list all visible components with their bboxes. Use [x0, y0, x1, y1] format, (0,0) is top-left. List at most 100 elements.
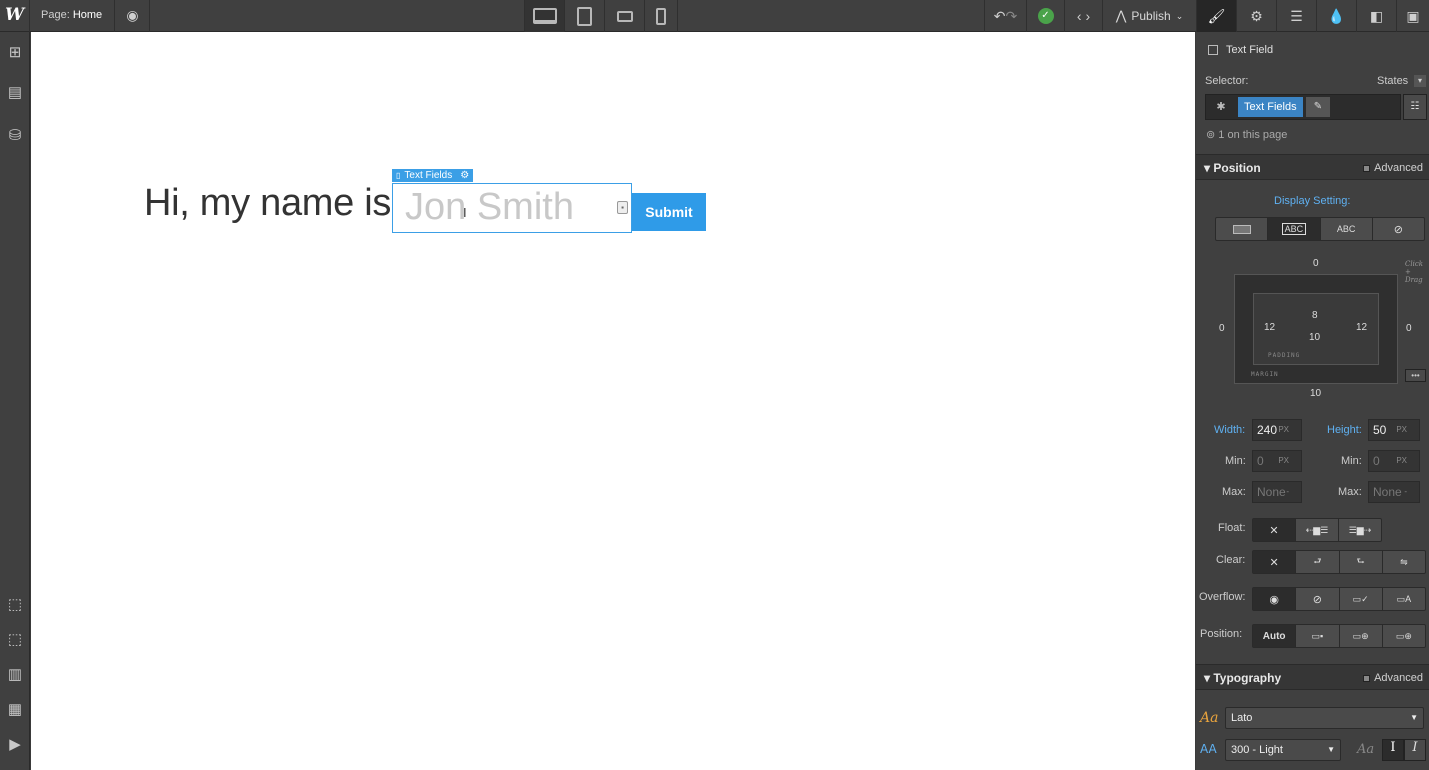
margin-bottom-value[interactable]: 10: [1310, 388, 1321, 399]
margin-right-value[interactable]: 0: [1406, 323, 1412, 334]
text-field[interactable]: ▪: [392, 183, 632, 233]
tab-interactions[interactable]: ◧: [1356, 0, 1396, 32]
tab-swatches[interactable]: 💧: [1316, 0, 1356, 32]
clear-right-button[interactable]: ⮑: [1338, 551, 1382, 573]
preview-eye-icon[interactable]: ◉: [116, 0, 150, 32]
typography-section-header[interactable]: ▾ Typography Advanced: [1196, 664, 1429, 690]
name-input[interactable]: [393, 184, 603, 230]
overflow-hidden-button[interactable]: ⊘: [1295, 588, 1338, 610]
font-style-normal-button[interactable]: I: [1382, 739, 1404, 761]
select-tool-icon[interactable]: ⬚: [4, 594, 26, 616]
float-right-icon: ☰▆⇢: [1348, 524, 1372, 535]
design-canvas[interactable]: Hi, my name is ▯ Text Fields ⚙ ▪ I Submi…: [31, 32, 1195, 770]
box-model-more-icon[interactable]: •••: [1405, 369, 1426, 382]
gear-icon[interactable]: ⚙: [460, 169, 469, 182]
padding-label: PADDING: [1268, 352, 1301, 359]
submit-button[interactable]: Submit: [632, 193, 706, 231]
padding-box[interactable]: 8 12 12 10 PADDING: [1253, 293, 1379, 365]
margin-top-value[interactable]: 0: [1313, 258, 1319, 269]
max-width-input[interactable]: None -: [1252, 481, 1302, 503]
typography-advanced-toggle[interactable]: Advanced: [1363, 672, 1423, 684]
padding-right-value[interactable]: 12: [1356, 322, 1367, 333]
undo-icon[interactable]: ↶: [994, 8, 1006, 25]
width-input[interactable]: 240 PX: [1252, 419, 1302, 441]
position-auto-button[interactable]: Auto: [1253, 625, 1296, 647]
guides-preview-icon[interactable]: ⬚: [4, 629, 26, 651]
overflow-scroll-button[interactable]: ▭✓: [1338, 588, 1382, 610]
display-none-button[interactable]: ⊘: [1371, 218, 1424, 240]
tab-navigator[interactable]: ☰: [1276, 0, 1316, 32]
position-fixed-button[interactable]: ▭⊕: [1381, 625, 1425, 647]
display-inline-block-button[interactable]: ABC: [1267, 218, 1320, 240]
style-panel: Text Field Selector: States ▾ ✱ Text Fie…: [1196, 32, 1429, 770]
grid-overlay-icon[interactable]: ▥: [4, 664, 26, 686]
font-weight-select[interactable]: 300 - Light ▼: [1225, 739, 1341, 761]
publish-button[interactable]: ⋀ Publish ⌄: [1102, 0, 1196, 32]
display-inline-button[interactable]: ABC: [1319, 218, 1372, 240]
position-relative-button[interactable]: ▭▪: [1295, 625, 1338, 647]
height-label: Height:: [1327, 424, 1362, 436]
mobile-landscape-view-button[interactable]: [604, 0, 644, 32]
text-cursor-icon: I: [463, 205, 467, 220]
mobile-portrait-view-button[interactable]: [644, 0, 678, 32]
float-right-button[interactable]: ☰▆⇢: [1338, 519, 1381, 541]
font-family-select[interactable]: Lato ▼: [1225, 707, 1424, 729]
toolbar-right: ↶ ↷ ✓ ‹ › ⋀ Publish ⌄ 🖌 ⚙ ☰ 💧 ◧ ▣: [984, 0, 1429, 32]
states-label[interactable]: States: [1377, 75, 1408, 87]
add-element-icon[interactable]: ⊞: [4, 42, 26, 64]
max-height-input[interactable]: None -: [1368, 481, 1420, 503]
selector-class-tag[interactable]: Text Fields: [1238, 97, 1303, 117]
clear-none-button[interactable]: ✕: [1253, 551, 1296, 573]
edit-pencil-icon[interactable]: ✎: [1306, 97, 1330, 117]
check-icon: ✓: [1037, 8, 1054, 24]
assets-icon: ▣: [1406, 7, 1420, 24]
clear-both-button[interactable]: ⇋: [1381, 551, 1425, 573]
on-page-count: ⊚ 1 on this page: [1206, 128, 1287, 141]
padding-left-value[interactable]: 12: [1264, 322, 1275, 333]
left-toolbar: ⊞ ▤ ⛁ ⬚ ⬚ ▥ ▦ ▶: [0, 32, 30, 770]
tab-assets[interactable]: ▣: [1396, 0, 1429, 32]
auto-icon: ▭A: [1396, 593, 1412, 604]
eye-icon: ◉: [1269, 593, 1279, 606]
height-input[interactable]: 50 PX: [1368, 419, 1420, 441]
page-selector[interactable]: Page: Home: [31, 0, 115, 32]
font-style-italic-button[interactable]: I: [1404, 739, 1426, 761]
position-absolute-button[interactable]: ▭⊕: [1338, 625, 1382, 647]
position-label: Position:: [1200, 628, 1243, 640]
clear-left-button[interactable]: ⮐: [1295, 551, 1338, 573]
fixed-icon: ▭⊕: [1395, 630, 1412, 641]
tutorials-icon[interactable]: ▶: [4, 734, 26, 756]
selection-tag[interactable]: ▯ Text Fields ⚙: [392, 169, 474, 182]
xray-icon[interactable]: ▦: [4, 699, 26, 721]
device-switcher: [524, 0, 678, 32]
min-width-input[interactable]: 0 PX: [1252, 450, 1302, 472]
margin-left-value[interactable]: 0: [1219, 323, 1225, 334]
redo-icon[interactable]: ↷: [1006, 8, 1018, 25]
display-block-button[interactable]: [1216, 218, 1267, 240]
tab-style[interactable]: 🖌: [1196, 0, 1236, 32]
chevron-down-icon: ⌄: [1175, 10, 1184, 21]
cms-database-icon[interactable]: ⛁: [4, 125, 26, 147]
selector-field[interactable]: ✱ Text Fields ✎: [1205, 94, 1401, 120]
webflow-logo[interactable]: W: [0, 0, 30, 32]
states-dropdown-icon[interactable]: ▾: [1414, 75, 1426, 87]
tab-settings[interactable]: ⚙: [1236, 0, 1276, 32]
desktop-view-button[interactable]: [524, 0, 564, 32]
max-height-label: Max:: [1338, 486, 1362, 498]
padding-top-value[interactable]: 8: [1312, 310, 1318, 321]
float-left-button[interactable]: ⇠▆☰: [1295, 519, 1338, 541]
box-model-editor[interactable]: MARGIN 8 12 12 10 PADDING: [1234, 274, 1398, 384]
tablet-view-button[interactable]: [564, 0, 604, 32]
selector-menu-icon[interactable]: ☷: [1403, 94, 1427, 120]
position-advanced-toggle[interactable]: Advanced: [1363, 162, 1423, 174]
status-check[interactable]: ✓: [1026, 0, 1064, 32]
code-view-button[interactable]: ‹ ›: [1064, 0, 1102, 32]
pages-icon[interactable]: ▤: [4, 82, 26, 104]
min-height-input[interactable]: 0 PX: [1368, 450, 1420, 472]
on-page-text: 1 on this page: [1218, 129, 1288, 141]
float-none-button[interactable]: ✕: [1253, 519, 1295, 541]
overflow-auto-button[interactable]: ▭A: [1381, 588, 1425, 610]
position-section-header[interactable]: ▾ Position Advanced: [1196, 154, 1429, 180]
overflow-visible-button[interactable]: ◉: [1253, 588, 1296, 610]
padding-bottom-value[interactable]: 10: [1309, 332, 1320, 343]
